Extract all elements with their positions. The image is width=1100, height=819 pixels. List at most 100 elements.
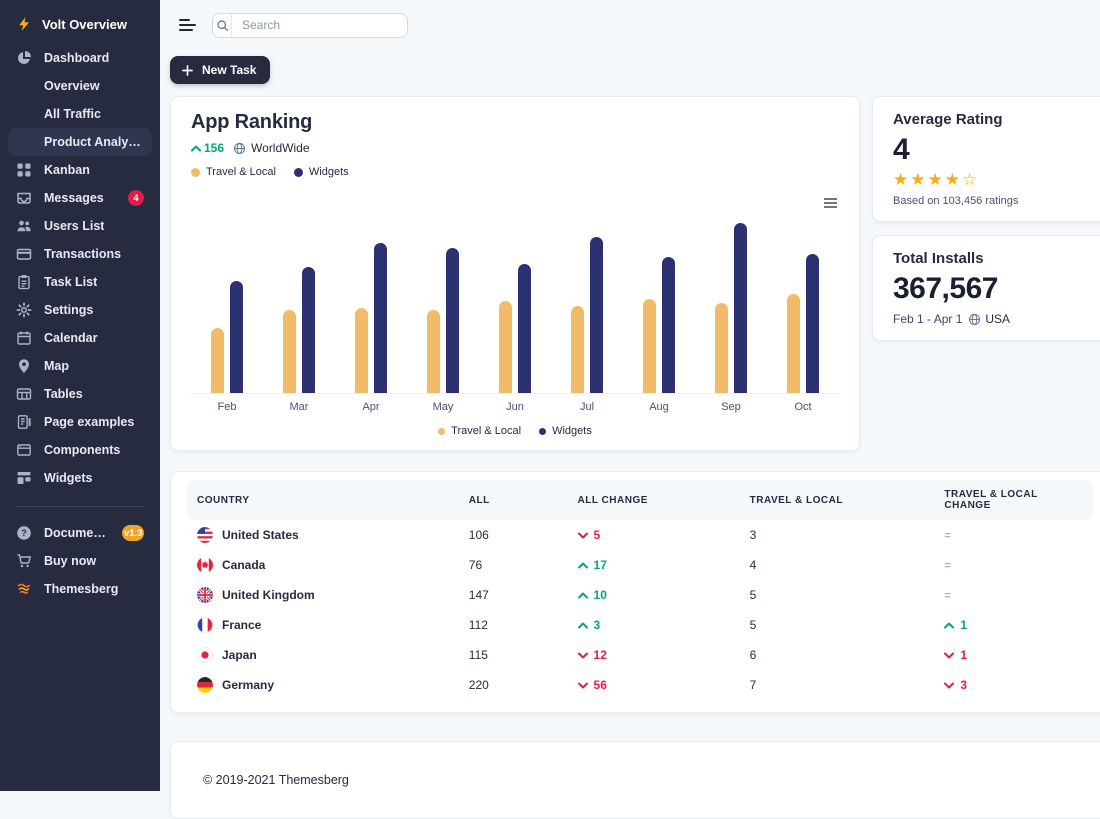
sidebar-item-documentation[interactable]: ?Documentationv1.3 bbox=[8, 519, 152, 547]
sidebar-item-page-examples[interactable]: Page examples bbox=[8, 408, 152, 436]
new-task-button[interactable]: New Task bbox=[170, 56, 270, 84]
star-filled-icon: ★ bbox=[910, 170, 927, 189]
bar-travel-local bbox=[787, 294, 800, 393]
sidebar-item-label: Messages bbox=[44, 191, 104, 205]
bar-widgets bbox=[518, 264, 531, 393]
all-change: 12 bbox=[568, 640, 740, 670]
bar-widgets bbox=[662, 257, 675, 393]
components-icon bbox=[16, 442, 32, 458]
installs-period: Feb 1 - Apr 1 bbox=[893, 312, 962, 326]
bolt-icon bbox=[16, 16, 32, 32]
x-axis-label: May bbox=[407, 394, 479, 413]
widgets-icon bbox=[16, 470, 32, 486]
all-value: 147 bbox=[459, 580, 568, 610]
sidebar-item-task-list[interactable]: Task List bbox=[8, 268, 152, 296]
sidebar-item-product-analysis[interactable]: Product Analysis bbox=[8, 128, 152, 156]
sidebar-item-label: Settings bbox=[44, 303, 93, 317]
sidebar-item-components[interactable]: Components bbox=[8, 436, 152, 464]
all-value: 112 bbox=[459, 610, 568, 640]
equal-icon: = bbox=[944, 560, 950, 572]
legend-dot-travel-local bbox=[191, 168, 200, 177]
chevron-up-icon bbox=[578, 622, 588, 629]
globe-icon bbox=[968, 313, 981, 326]
bar-widgets bbox=[590, 237, 603, 393]
sidebar-item-all-traffic[interactable]: All Traffic bbox=[8, 100, 152, 128]
table-header-row: Country All All Change Travel & Local Tr… bbox=[187, 480, 1093, 520]
travel-local-change: 1 bbox=[934, 640, 1093, 670]
chart-top-legend: Travel & Local Widgets bbox=[191, 166, 839, 178]
bar-travel-local bbox=[283, 310, 296, 393]
stats-column: Average Rating 4 ★★★★☆ Based on 103,456 … bbox=[872, 96, 1100, 341]
sidebar-item-dashboard[interactable]: Dashboard bbox=[8, 44, 152, 72]
legend-label: Travel & Local bbox=[451, 425, 521, 437]
search-input[interactable] bbox=[232, 18, 407, 32]
sidebar-item-calendar[interactable]: Calendar bbox=[8, 324, 152, 352]
bar-widgets bbox=[734, 223, 747, 393]
chevron-up-icon bbox=[578, 562, 588, 569]
sidebar-item-label: Documentation bbox=[44, 526, 110, 540]
ranking-change-value: 156 bbox=[204, 141, 224, 155]
travel-local-change: 3 bbox=[934, 670, 1093, 700]
legend-label: Widgets bbox=[552, 425, 592, 437]
sidebar: Volt Overview Dashboard Overview All Traff… bbox=[0, 0, 160, 791]
country-name: United States bbox=[222, 528, 299, 542]
brand[interactable]: Volt Overview bbox=[0, 10, 160, 44]
x-axis-label: Jun bbox=[479, 394, 551, 413]
users-icon bbox=[16, 218, 32, 234]
table-row-united-states: United States10653= bbox=[187, 520, 1093, 550]
travel-local-change: = bbox=[934, 580, 1093, 610]
average-rating-card: Average Rating 4 ★★★★☆ Based on 103,456 … bbox=[872, 96, 1100, 222]
average-rating-value: 4 bbox=[893, 133, 1089, 167]
sidebar-item-buy-now[interactable]: Buy now bbox=[8, 547, 152, 575]
sidebar-item-transactions[interactable]: Transactions bbox=[8, 240, 152, 268]
total-installs-card: Total Installs 367,567 Feb 1 - Apr 1 USA bbox=[872, 235, 1100, 341]
sidebar-item-tables[interactable]: Tables bbox=[8, 380, 152, 408]
sidebar-item-map[interactable]: Map bbox=[8, 352, 152, 380]
sidebar-item-widgets[interactable]: Widgets bbox=[8, 464, 152, 492]
sidebar-item-overview[interactable]: Overview bbox=[8, 72, 152, 100]
bar-group-oct bbox=[767, 254, 839, 393]
sidebar-item-themesberg[interactable]: Themesberg bbox=[8, 575, 152, 603]
sidebar-item-settings[interactable]: Settings bbox=[8, 296, 152, 324]
x-axis-label: Apr bbox=[335, 394, 407, 413]
sidebar-toggle-icon[interactable] bbox=[177, 15, 198, 35]
average-rating-title: Average Rating bbox=[893, 111, 1089, 128]
chevron-down-icon bbox=[944, 652, 954, 659]
sidebar-item-users-list[interactable]: Users List bbox=[8, 212, 152, 240]
bar-widgets bbox=[302, 267, 315, 393]
country-table-card: Country All All Change Travel & Local Tr… bbox=[170, 471, 1100, 713]
country-name: Canada bbox=[222, 558, 265, 572]
inbox-icon bbox=[16, 190, 32, 206]
star-rating: ★★★★☆ bbox=[893, 170, 1089, 190]
flag-jp-icon bbox=[197, 647, 213, 663]
themesberg-logo-icon bbox=[16, 581, 32, 597]
legend-item: Travel & Local bbox=[438, 425, 521, 437]
clipboard-icon bbox=[16, 274, 32, 290]
country-name: Germany bbox=[222, 678, 274, 692]
all-value: 115 bbox=[459, 640, 568, 670]
sidebar-item-label: Map bbox=[44, 359, 69, 373]
column-header-travel-local-change: Travel & Local Change bbox=[934, 480, 1093, 520]
sidebar-item-label: Overview bbox=[44, 79, 100, 93]
bar-widgets bbox=[446, 248, 459, 393]
bar-widgets bbox=[374, 243, 387, 393]
travel-local-change: = bbox=[934, 520, 1093, 550]
chart-menu-icon[interactable] bbox=[822, 196, 839, 210]
installs-region: USA bbox=[968, 312, 1010, 326]
legend-dot-widgets bbox=[539, 428, 546, 435]
flag-ca-icon bbox=[197, 557, 213, 573]
sidebar-item-messages[interactable]: Messages4 bbox=[8, 184, 152, 212]
legend-item: Widgets bbox=[539, 425, 592, 437]
column-header-travel-local: Travel & Local bbox=[740, 480, 935, 520]
search-icon bbox=[213, 14, 232, 37]
sidebar-item-label: Product Analysis bbox=[44, 135, 144, 149]
sidebar-divider bbox=[16, 506, 144, 507]
topbar bbox=[170, 10, 1100, 40]
app-ranking-subtitle: 156 WorldWide bbox=[191, 141, 839, 155]
country-table: Country All All Change Travel & Local Tr… bbox=[187, 480, 1093, 700]
all-value: 76 bbox=[459, 550, 568, 580]
legend-item: Widgets bbox=[294, 166, 349, 178]
all-change: 56 bbox=[568, 670, 740, 700]
table-icon bbox=[16, 386, 32, 402]
sidebar-item-kanban[interactable]: Kanban bbox=[8, 156, 152, 184]
